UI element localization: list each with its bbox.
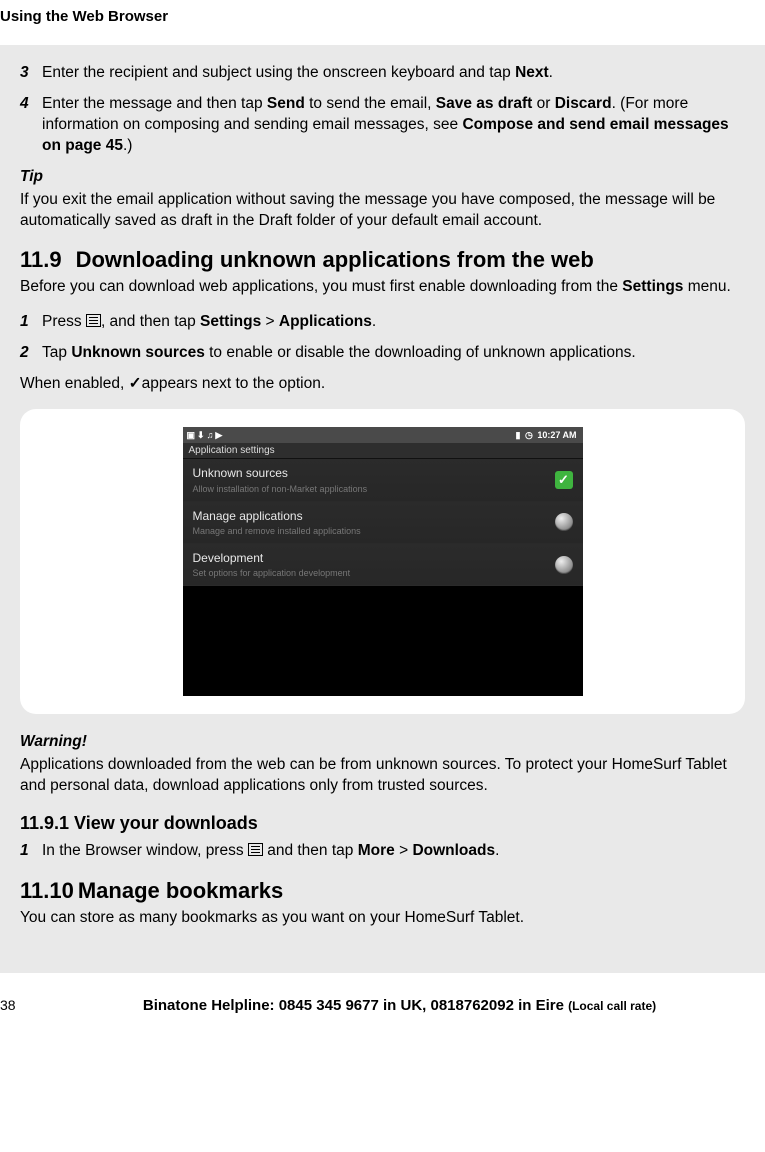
- t: or: [532, 95, 554, 112]
- step-num: 3: [20, 63, 42, 84]
- t: >: [395, 842, 413, 859]
- step-body: Tap Unknown sources to enable or disable…: [42, 343, 745, 364]
- t: When enabled,: [20, 375, 129, 392]
- menu-icon: [248, 843, 263, 856]
- status-bar: ▣⬇♫▶ ▮ ◷ 10:27 AM: [183, 427, 583, 443]
- t: Save as draft: [436, 95, 533, 112]
- t: Binatone Helpline: 0845 345 9677 in UK, …: [143, 997, 568, 1014]
- page-number: 38: [0, 997, 40, 1013]
- section-title: Manage bookmarks: [78, 878, 283, 903]
- t: Next: [515, 64, 549, 81]
- step-body: Press , and then tap Settings > Applicat…: [42, 312, 745, 333]
- t: , and then tap: [101, 313, 200, 330]
- tip-text: If you exit the email application withou…: [20, 190, 745, 232]
- screen-title: Application settings: [183, 443, 583, 460]
- enabled-note: When enabled, ✓appears next to the optio…: [20, 374, 745, 395]
- step-body: Enter the recipient and subject using th…: [42, 63, 745, 84]
- step-3: 3 Enter the recipient and subject using …: [20, 63, 745, 84]
- section-title: Downloading unknown applications from th…: [76, 247, 594, 272]
- status-icon: ▣: [187, 429, 196, 441]
- t: Discard: [555, 95, 612, 112]
- row-subtitle: Allow installation of non-Market applica…: [193, 483, 368, 495]
- t: (Local call rate): [568, 999, 656, 1013]
- status-icon: ♫: [207, 429, 214, 441]
- status-icon: ▶: [215, 429, 222, 441]
- t: More: [358, 842, 395, 859]
- t: and then tap: [263, 842, 358, 859]
- t: Unknown sources: [71, 344, 205, 361]
- t: Settings: [200, 313, 261, 330]
- step-num: 1: [20, 312, 42, 333]
- t: Applications: [279, 313, 372, 330]
- check-icon: ✓: [129, 375, 142, 392]
- status-icon: ⬇: [197, 429, 205, 441]
- step-11-9-2: 2 Tap Unknown sources to enable or disab…: [20, 343, 745, 364]
- step-num: 2: [20, 343, 42, 364]
- step-11-9-1-1: 1 In the Browser window, press and then …: [20, 841, 745, 862]
- t: .: [372, 313, 376, 330]
- step-11-9-1: 1 Press , and then tap Settings > Applic…: [20, 312, 745, 333]
- device-screenshot: ▣⬇♫▶ ▮ ◷ 10:27 AM Application settings U…: [183, 427, 583, 696]
- t: Tap: [42, 344, 71, 361]
- menu-icon: [86, 314, 101, 327]
- step-num: 1: [20, 841, 42, 862]
- t: .): [123, 137, 132, 154]
- step-4: 4 Enter the message and then tap Send to…: [20, 94, 745, 157]
- t: to send the email,: [305, 95, 436, 112]
- t: .: [495, 842, 499, 859]
- section-11-9-intro: Before you can download web applications…: [20, 277, 745, 298]
- status-left-icons: ▣⬇♫▶: [187, 429, 225, 441]
- step-body: Enter the message and then tap Send to s…: [42, 94, 745, 157]
- t: Settings: [622, 278, 683, 295]
- status-right-icons: ▮ ◷ 10:27 AM: [515, 429, 578, 441]
- section-num: 11.10: [20, 876, 74, 906]
- device-blank-area: [183, 586, 583, 696]
- row-title: Manage applications: [193, 508, 361, 524]
- t: appears next to the option.: [142, 375, 326, 392]
- settings-row-unknown-sources[interactable]: Unknown sources Allow installation of no…: [183, 459, 583, 501]
- row-subtitle: Manage and remove installed applications: [193, 525, 361, 537]
- row-subtitle: Set options for application development: [193, 567, 351, 579]
- section-11-9-heading: 11.9 Downloading unknown applications fro…: [20, 245, 745, 275]
- t: .: [549, 64, 553, 81]
- disclosure-icon: [555, 556, 573, 574]
- page-footer: 38 Binatone Helpline: 0845 345 9677 in U…: [0, 973, 765, 1024]
- t: Press: [42, 313, 86, 330]
- section-11-10-intro: You can store as many bookmarks as you w…: [20, 908, 745, 929]
- t: Before you can download web applications…: [20, 278, 622, 295]
- status-time: 10:27 AM: [537, 429, 576, 441]
- section-11-9-1-heading: 11.9.1 View your downloads: [20, 811, 745, 835]
- t: Send: [267, 95, 305, 112]
- tip-label: Tip: [20, 167, 745, 188]
- t: In the Browser window, press: [42, 842, 248, 859]
- battery-icon: ▮: [515, 429, 520, 441]
- section-num: 11.9: [20, 245, 62, 275]
- t: Enter the message and then tap: [42, 95, 267, 112]
- row-title: Development: [193, 550, 351, 566]
- clock-icon: ◷: [525, 429, 533, 441]
- t: to enable or disable the downloading of …: [205, 344, 636, 361]
- disclosure-icon: [555, 513, 573, 531]
- checkbox-checked-icon[interactable]: ✓: [555, 471, 573, 489]
- t: >: [261, 313, 279, 330]
- t: Enter the recipient and subject using th…: [42, 64, 515, 81]
- step-num: 4: [20, 94, 42, 157]
- warning-text: Applications downloaded from the web can…: [20, 755, 745, 797]
- warning-label: Warning!: [20, 732, 745, 753]
- chapter-title: Using the Web Browser: [0, 8, 765, 25]
- section-11-10-heading: 11.10Manage bookmarks: [20, 876, 745, 906]
- step-body: In the Browser window, press and then ta…: [42, 841, 745, 862]
- settings-row-manage-apps[interactable]: Manage applications Manage and remove in…: [183, 502, 583, 544]
- t: Downloads: [412, 842, 495, 859]
- row-title: Unknown sources: [193, 465, 368, 481]
- t: menu.: [683, 278, 730, 295]
- settings-row-development[interactable]: Development Set options for application …: [183, 544, 583, 586]
- screenshot-card: ▣⬇♫▶ ▮ ◷ 10:27 AM Application settings U…: [20, 409, 745, 714]
- helpline-text: Binatone Helpline: 0845 345 9677 in UK, …: [40, 997, 759, 1014]
